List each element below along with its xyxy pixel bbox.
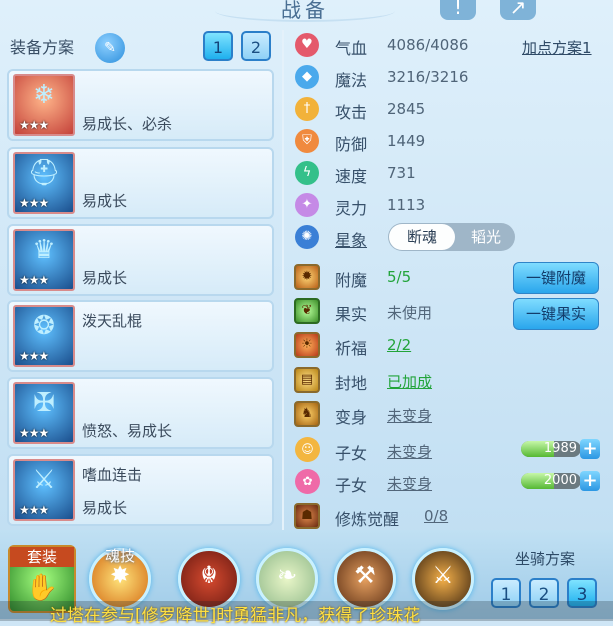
equipment-plan-heading: 装备方案	[10, 38, 75, 57]
necklace-item-icon: ❂ ★★★	[13, 305, 75, 367]
equipment-card[interactable]: ⚔ ★★★ 嗜血连击 易成长	[7, 454, 274, 526]
stat-value-mp: 3216/3216	[387, 68, 469, 86]
stat-label-mp: 魔法	[335, 71, 368, 90]
fruit-icon: ❦	[294, 298, 320, 324]
star-sign-label[interactable]: 星象	[335, 227, 367, 251]
stat-value-hp: 4086/4086	[387, 36, 469, 54]
one-click-enchant-button[interactable]: 一键附魔	[513, 262, 599, 294]
info-icon[interactable]: !	[440, 0, 476, 20]
fief-label: 封地	[335, 374, 368, 393]
spirit-icon: ✦	[295, 193, 319, 217]
mount-plan-heading: 坐骑方案	[515, 550, 576, 568]
equipment-card[interactable]: ❂ ★★★ 泼天乱棍	[7, 300, 274, 372]
fief-icon: ▤	[294, 367, 320, 393]
point-plan-link[interactable]: 加点方案1	[522, 37, 592, 58]
star-sign-toggle[interactable]: 断魂 韬光	[388, 223, 515, 251]
shield-icon: ⛨	[295, 129, 319, 153]
stat-label-def: 防御	[335, 135, 368, 154]
card-tag: 愤怒、易成长	[82, 422, 173, 440]
hand-icon: ✋	[25, 573, 59, 603]
ice-pop-item-icon: ❄ ★★★	[13, 74, 75, 136]
child-bar-1: 1989	[521, 441, 581, 457]
stat-value-def: 1449	[387, 132, 426, 150]
plus-icon[interactable]: +	[580, 471, 600, 491]
heart-icon: ♥	[295, 33, 319, 57]
card-tag: 易成长	[82, 499, 128, 517]
fief-value[interactable]: 已加成	[387, 371, 432, 392]
stat-value-spirit: 1113	[387, 196, 426, 214]
transform-value[interactable]: 未变身	[387, 405, 432, 426]
child-label-1: 子女	[335, 444, 368, 463]
lightning-icon: ϟ	[295, 161, 319, 185]
equip-plan-button-1[interactable]: 1	[203, 31, 233, 61]
equipment-card[interactable]: ✠ ★★★ 愤怒、易成长	[7, 377, 274, 449]
card-tag: 易成长	[82, 269, 128, 287]
cultivation-label: 修炼觉醒	[335, 510, 400, 529]
mask-item-icon: ♛ ★★★	[13, 229, 75, 291]
battle-prep-panel: 战备 ! ↗ 装备方案 ✎ 1 2 ❄ ★★★ 易成长、必杀 ⛑ ★★★ 易成长 ♛…	[0, 0, 613, 626]
child-icon-1: ☺	[295, 437, 320, 462]
enchant-value: 5/5	[387, 268, 412, 286]
blessing-icon: ☀	[294, 332, 320, 358]
child-value-1[interactable]: 未变身	[387, 441, 432, 462]
transform-icon: ♞	[294, 401, 320, 427]
panel-divider	[282, 30, 284, 530]
stat-label-spirit: 灵力	[335, 199, 368, 218]
cultivation-value[interactable]: 0/8	[424, 507, 448, 525]
stat-label-hp: 气血	[335, 39, 368, 58]
stat-label-speed: 速度	[335, 167, 368, 186]
child-bar-2: 2000	[521, 473, 581, 489]
boots-item-icon: ⚔ ★★★	[13, 459, 75, 521]
card-tag: 易成长、必杀	[82, 115, 173, 133]
transform-label: 变身	[335, 408, 368, 427]
page-title: 战备	[281, 0, 329, 22]
broadcast-marquee: 过塔在参与[修罗降世]时勇猛非凡，获得了珍珠花	[0, 601, 613, 626]
set-label: 套装	[10, 547, 74, 567]
blessing-label: 祈福	[335, 339, 368, 358]
soul-skill-label: 魂技	[104, 547, 135, 565]
helmet-item-icon: ⛑ ★★★	[13, 152, 75, 214]
equipment-card[interactable]: ❄ ★★★ 易成长、必杀	[7, 69, 274, 141]
fruit-value: 未使用	[387, 304, 433, 322]
lotus-icon: ✿	[295, 469, 320, 494]
equipment-card[interactable]: ⛑ ★★★ 易成长	[7, 147, 274, 219]
mana-icon: ◆	[295, 65, 319, 89]
enchant-label: 附魔	[335, 271, 368, 290]
enchant-icon: ✹	[294, 264, 320, 290]
star-compass-icon: ✺	[295, 225, 319, 249]
child-value-2[interactable]: 未变身	[387, 473, 432, 494]
toggle-option-inactive[interactable]: 韬光	[460, 224, 512, 250]
one-click-fruit-button[interactable]: 一键果实	[513, 298, 599, 330]
card-name: 泼天乱棍	[82, 312, 143, 330]
stat-value-speed: 731	[387, 164, 416, 182]
armor-item-icon: ✠ ★★★	[13, 382, 75, 444]
card-tag: 易成长	[82, 192, 128, 210]
sword-icon: †	[295, 97, 319, 121]
plus-icon[interactable]: +	[580, 439, 600, 459]
equipment-card[interactable]: ♛ ★★★ 易成长	[7, 224, 274, 296]
fruit-label: 果实	[335, 305, 368, 324]
cultivation-icon: ☗	[294, 503, 320, 529]
stat-value-atk: 2845	[387, 100, 426, 118]
edit-pen-icon[interactable]: ✎	[95, 33, 125, 63]
toggle-option-active[interactable]: 断魂	[389, 224, 455, 250]
share-icon[interactable]: ↗	[500, 0, 536, 20]
blessing-value[interactable]: 2/2	[387, 336, 411, 354]
card-name: 嗜血连击	[82, 466, 143, 484]
marquee-text: 过塔在参与[修罗降世]时勇猛非凡，获得了珍珠花	[50, 606, 421, 626]
child-label-2: 子女	[335, 476, 368, 495]
stat-label-atk: 攻击	[335, 103, 368, 122]
equip-plan-button-2[interactable]: 2	[241, 31, 271, 61]
